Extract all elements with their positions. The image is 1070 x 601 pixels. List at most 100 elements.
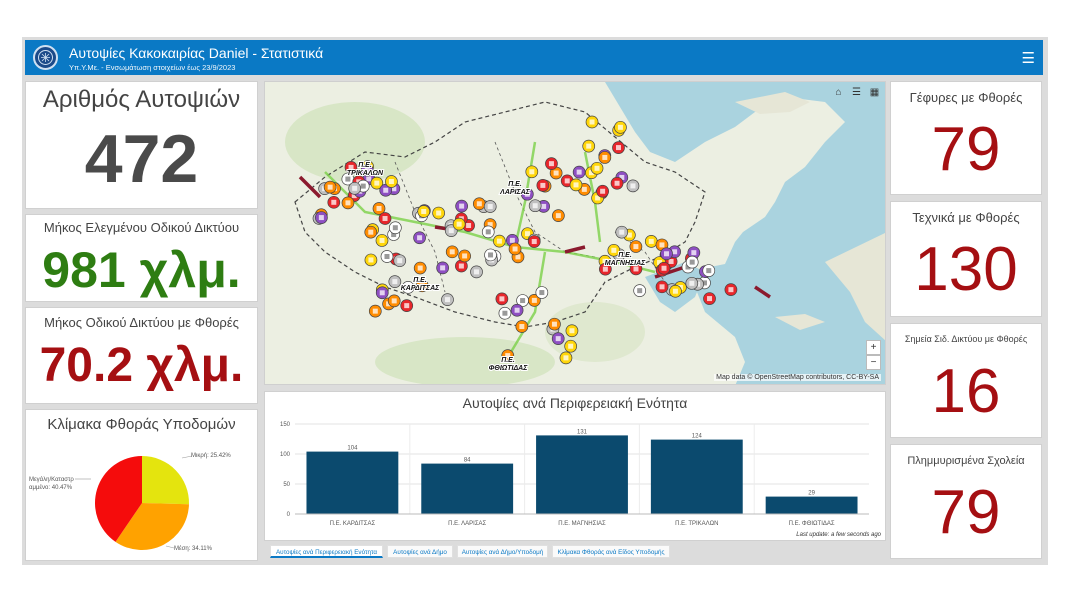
rail-points-damaged-value: 16 [931,357,1001,426]
damage-scale-pie-chart: Μικρή: 25.42% Μέση: 34.11% Μεγάλη/Καταστ… [29,452,231,552]
rail-points-damaged-title: Σημεία Σιδ. Δικτύου με Φθορές [904,334,1028,344]
technical-damaged-panel: Τεχνικά με Φθορές 130 [890,201,1042,317]
marker-glyph-icon [540,182,546,188]
pie-label-large-1: Μεγάλη/Καταστρ [29,476,74,483]
inspections-count-title: Αριθμός Αυτοψιών [42,86,241,113]
inspections-by-region-chart-panel: Αυτοψίες ανά Περιφερειακή Ενότητα 0 50 100… [264,391,886,541]
flooded-schools-panel: Πλημμυρισμένα Σχολεία 79 [890,444,1042,559]
marker-glyph-icon [374,180,380,186]
marker-glyph-icon [368,229,374,235]
marker-glyph-icon [444,297,450,303]
bar[interactable] [306,451,399,514]
marker-glyph-icon [502,310,508,316]
network-damaged-value: 70.2 χλμ. [39,339,244,392]
tab-by-municipality-infrastructure[interactable]: Αυτοψίες ανά Δήμο/Υποδομή [457,545,548,558]
marker-glyph-icon [728,287,734,293]
marker-glyph-icon [637,288,643,294]
marker-glyph-icon [519,324,525,330]
inspections-count-panel: Αριθμός Αυτοψιών 472 [25,81,258,209]
marker-glyph-icon [487,204,493,210]
marker-glyph-icon [496,238,502,244]
marker-glyph-icon [331,199,337,205]
tab-damage-by-infrastructure-type[interactable]: Κλίμακα Φθοράς ανά Είδος Υποδομής [552,545,670,558]
bar[interactable] [650,439,743,514]
x-tick-label: Π.Ε. ΜΑΓΝΗΣΙΑΣ [558,521,606,527]
bar-data-label: 131 [577,429,588,435]
marker-glyph-icon [345,176,351,182]
network-checked-value: 981 χλμ. [42,242,241,298]
marker-glyph-icon [672,288,678,294]
ministry-logo [33,45,58,70]
marker-glyph-icon [600,188,606,194]
bar-data-label: 104 [347,446,358,452]
zoom-out-button[interactable]: − [866,355,881,370]
marker-glyph-icon [568,343,574,349]
marker-glyph-icon [436,210,442,216]
pie-label-medium: Μέση: 34.11% [174,545,213,552]
marker-glyph-icon [659,242,665,248]
zoom-in-button[interactable]: + [866,340,881,355]
marker-glyph-icon [327,184,333,190]
marker-glyph-icon [555,213,561,219]
marker-glyph-icon [485,229,491,235]
marker-glyph-icon [611,247,617,253]
map-attribution[interactable]: Map data © OpenStreetMap contributors, C… [714,374,881,381]
marker-glyph-icon [617,124,623,130]
marker-glyph-icon [586,143,592,149]
pie-slice-0[interactable] [142,456,190,505]
y-tick-label: 50 [283,482,290,488]
marker-glyph-icon [404,303,410,309]
bar[interactable] [536,435,628,514]
marker-glyph-icon [462,253,468,259]
marker-glyph-icon [569,328,575,334]
tab-by-region[interactable]: Αυτοψίες ανά Περιφερειακή Ενότητα [270,545,383,558]
marker-glyph-icon [391,298,397,304]
bar[interactable] [765,496,858,514]
chart-title: Αυτοψίες ανά Περιφερειακή Ενότητα [462,395,688,411]
marker-glyph-icon [384,253,390,259]
marker-glyph-icon [664,251,670,257]
marker-glyph-icon [514,307,520,313]
y-tick-label: 100 [280,452,291,458]
marker-glyph-icon [366,176,372,182]
marker-glyph-icon [633,266,639,272]
marker-glyph-icon [476,201,482,207]
flooded-schools-title: Πλημμυρισμένα Σχολεία [907,455,1025,467]
marker-glyph-icon [360,183,366,189]
x-tick-label: Π.Ε. ΤΡΙΚΑΛΩΝ [675,521,718,527]
marker-glyph-icon [383,187,389,193]
technical-damaged-value: 130 [914,235,1018,304]
marker-glyph-icon [352,185,358,191]
marker-glyph-icon [456,221,462,227]
marker-glyph-icon [668,258,674,264]
marker-glyph-icon [576,169,582,175]
marker-glyph-icon [614,180,620,186]
legend-list-icon[interactable]: ☰ [849,86,864,101]
marker-glyph-icon [689,280,695,286]
inspections-map[interactable]: Π.Ε. ΤΡΙΚΑΛΩΝ Π.Ε. ΛΑΡΙΣΑΣ Π.Ε. ΚΑΡΔΙΤΣΑΣ Π.Ε.… [264,81,886,385]
marker-glyph-icon [619,229,625,235]
marker-glyph-icon [512,246,518,252]
marker-glyph-icon [376,205,382,211]
damage-scale-title: Κλίμακα Φθοράς Υποδομών [47,416,236,433]
marker-glyph-icon [509,237,515,243]
marker-glyph-icon [382,216,388,222]
network-checked-title: Μήκος Ελεγμένου Οδικού Δικτύου [43,220,240,235]
map-canvas[interactable]: Π.Ε. ΤΡΙΚΑΛΩΝΠ.Ε. ΛΑΡΙΣΑΣΠ.Ε. ΚΑΡΔΙΤΣΑΣΠ.Ε.… [265,82,886,385]
marker-glyph-icon [440,265,446,271]
y-tick-label: 0 [287,512,291,518]
menu-icon[interactable]: ☰ [1022,49,1035,67]
marker-glyph-icon [581,186,587,192]
marker-glyph-icon [672,249,678,255]
basemap-grid-icon[interactable]: ▦ [867,86,882,101]
marker-glyph-icon [689,259,695,265]
bar[interactable] [421,463,514,514]
chart-last-update: Last update: a few seconds ago [796,532,881,538]
marker-glyph-icon [691,250,697,256]
marker-glyph-icon [397,258,403,264]
marker-glyph-icon [539,290,545,296]
tab-by-municipality[interactable]: Αυτοψίες ανά Δήμο [387,545,453,558]
bar-data-label: 29 [808,491,815,497]
home-icon[interactable]: ⌂ [831,86,846,101]
technical-damaged-title: Τεχνικά με Φθορές [912,210,1020,225]
